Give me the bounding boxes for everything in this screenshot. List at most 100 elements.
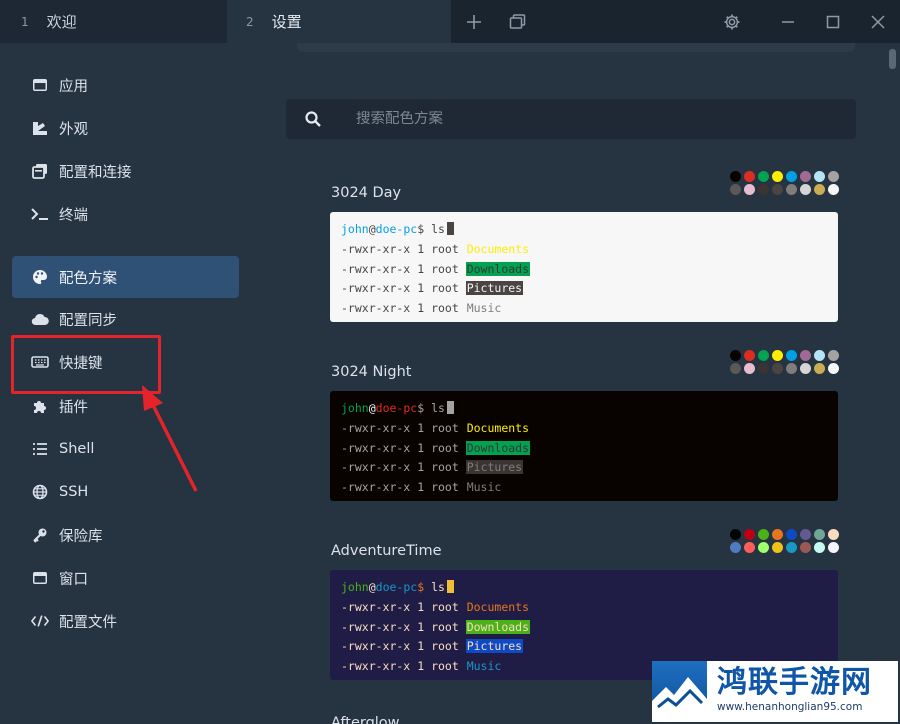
scheme-search-bar[interactable] <box>286 99 856 139</box>
watermark-url: www.henanhonglian95.com <box>717 701 863 713</box>
scheme-search-input[interactable] <box>356 111 836 127</box>
sidebar-item-config-file[interactable]: 配置文件 <box>12 600 239 642</box>
sidebar-item-profiles[interactable]: 配置和连接 <box>12 150 239 192</box>
maximize-button[interactable] <box>819 8 847 36</box>
ls-owner: root <box>431 460 459 475</box>
palette-swatch <box>786 542 797 553</box>
close-button[interactable] <box>864 8 892 36</box>
palette-swatch <box>800 363 811 374</box>
ls-output-line: -rwxr-xr-x 1 root Downloads <box>341 618 827 638</box>
palette-swatch <box>744 542 755 553</box>
sidebar-item-color-schemes[interactable]: 配色方案 <box>12 256 239 298</box>
sidebar-item-terminal[interactable]: 终端 <box>12 193 239 235</box>
scroll-thumb[interactable] <box>889 49 896 69</box>
ls-owner: root <box>431 480 459 495</box>
title-bar: 1 欢迎 2 设置 <box>0 0 900 43</box>
ls-output-line: -rwxr-xr-x 1 root Documents <box>341 240 827 260</box>
content-scrollbar[interactable] <box>885 43 900 724</box>
puzzle-icon <box>31 397 49 415</box>
palette-swatch <box>814 171 825 182</box>
palette-swatch <box>786 350 797 361</box>
sidebar-item-vault[interactable]: 保险库 <box>12 514 239 556</box>
scheme-card[interactable]: 3024 Night john@doe-pc$ ls -rwxr-xr-x 1 ro… <box>330 350 839 504</box>
palette-swatch <box>786 363 797 374</box>
panel-header-strip <box>297 43 855 52</box>
palette-swatch <box>800 529 811 540</box>
palette-swatch <box>758 363 769 374</box>
palette-swatch <box>828 542 839 553</box>
ls-output-line: -rwxr-xr-x 1 root Music <box>341 478 827 498</box>
gear-icon <box>724 14 740 30</box>
palette-swatch <box>758 350 769 361</box>
split-tab-button[interactable] <box>504 8 532 36</box>
terminal-prompt-icon <box>31 205 49 223</box>
sidebar-item-label: 配色方案 <box>59 270 117 287</box>
minimize-button[interactable] <box>774 8 802 36</box>
palette-swatch <box>744 529 755 540</box>
ls-output-line: -rwxr-xr-x 1 root Pictures <box>341 279 827 299</box>
scheme-card[interactable]: 3024 Day john@doe-pc$ ls -rwxr-xr-x 1 root… <box>330 171 839 325</box>
ls-output-line: -rwxr-xr-x 1 root Pictures <box>341 637 827 657</box>
ls-output-line: -rwxr-xr-x 1 root Music <box>341 299 827 319</box>
sidebar-item-label: Shell <box>59 441 95 457</box>
palette-swatch <box>786 529 797 540</box>
ls-perm: -rwxr-xr-x <box>341 599 411 614</box>
prompt-host: doe-pc <box>375 401 418 415</box>
tab-settings[interactable]: 2 设置 <box>227 0 451 43</box>
terminal-cursor <box>446 401 454 414</box>
palette-swatch <box>772 184 783 195</box>
ls-perm: -rwxr-xr-x <box>341 619 411 634</box>
palette-brush-icon <box>31 119 49 137</box>
ls-filename: Documents <box>466 241 530 256</box>
sidebar-item-label: 配置同步 <box>59 312 117 329</box>
prompt-at: @ <box>368 401 376 415</box>
palette-swatch <box>744 363 755 374</box>
color-schemes-panel: 3024 Dayjohn@doe-pc$ ls-rwxr-xr-x 1 root… <box>255 43 885 724</box>
palette-swatch <box>758 184 769 195</box>
sidebar-item-label: 配置和连接 <box>59 164 132 181</box>
settings-button[interactable] <box>718 8 746 36</box>
sidebar-item-config-sync[interactable]: 配置同步 <box>12 298 239 340</box>
terminal-preview: john@doe-pc$ ls -rwxr-xr-x 1 root Documen… <box>330 391 838 501</box>
ls-owner: root <box>431 301 459 316</box>
watermark-logo <box>652 661 707 722</box>
globe-icon <box>31 483 49 501</box>
palette-swatch <box>730 542 741 553</box>
prompt-at: @ <box>368 580 376 594</box>
sidebar-item-label: 保险库 <box>59 528 103 545</box>
sidebar-item-window[interactable]: 窗口 <box>12 557 239 599</box>
ls-owner: root <box>431 440 459 455</box>
ls-filename: Music <box>466 301 502 316</box>
prompt-command: ls <box>431 580 445 594</box>
scheme-name: 3024 Night <box>331 364 412 380</box>
sidebar-item-label: SSH <box>59 484 89 500</box>
prompt-user: john <box>341 401 369 415</box>
window-icon <box>31 569 49 587</box>
sidebar-item-appearance[interactable]: 外观 <box>12 107 239 149</box>
sidebar-item-app[interactable]: 应用 <box>12 64 239 106</box>
sidebar-item-label: 终端 <box>59 207 88 224</box>
prompt-command: ls <box>431 222 445 236</box>
palette-swatch <box>772 363 783 374</box>
windows-icon <box>509 14 526 29</box>
prompt-user: john <box>341 580 369 594</box>
palette-swatch <box>786 171 797 182</box>
list-icon <box>31 440 49 458</box>
palette-swatch <box>828 171 839 182</box>
ls-owner: root <box>431 261 459 276</box>
sidebar-item-label: 应用 <box>59 78 88 95</box>
new-tab-button[interactable] <box>460 8 488 36</box>
terminal-preview: john@doe-pc$ ls -rwxr-xr-x 1 root Documen… <box>330 212 838 322</box>
prompt-host: doe-pc <box>375 580 418 594</box>
palette-swatch <box>800 184 811 195</box>
search-icon <box>286 111 340 127</box>
sidebar-item-label: 配置文件 <box>59 614 117 631</box>
ls-perm: -rwxr-xr-x <box>341 639 411 654</box>
palette-swatch <box>744 171 755 182</box>
palette-swatch <box>814 529 825 540</box>
prompt-host: doe-pc <box>375 222 418 236</box>
maximize-icon <box>826 15 840 29</box>
ls-filename: Pictures <box>465 460 524 475</box>
watermark-title: 鸿联手游网 <box>717 665 872 700</box>
tab-welcome[interactable]: 1 欢迎 <box>0 0 227 43</box>
